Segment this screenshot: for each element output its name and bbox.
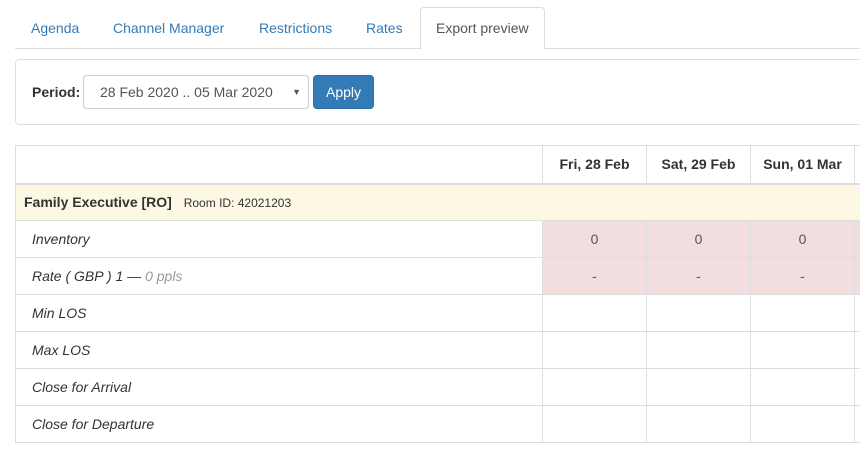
max-los-cell[interactable] bbox=[646, 331, 751, 369]
rate-cell[interactable]: - bbox=[542, 257, 647, 295]
period-select[interactable]: 28 Feb 2020 .. 05 Mar 2020 ▼ bbox=[83, 75, 309, 109]
row-label: Close for Departure bbox=[15, 405, 543, 443]
table-row-inventory: Inventory 0 0 0 bbox=[15, 220, 860, 258]
tab-agenda[interactable]: Agenda bbox=[16, 7, 94, 49]
inventory-cell[interactable]: 0 bbox=[542, 220, 647, 258]
table-header-row: Fri, 28 Feb Sat, 29 Feb Sun, 01 Mar bbox=[15, 145, 860, 185]
row-label: Inventory bbox=[15, 220, 543, 258]
min-los-cell[interactable] bbox=[854, 294, 860, 332]
max-los-cell[interactable] bbox=[750, 331, 855, 369]
close-arrival-cell[interactable] bbox=[854, 368, 860, 406]
rates-table: Fri, 28 Feb Sat, 29 Feb Sun, 01 Mar Fami… bbox=[15, 145, 860, 443]
close-arrival-cell[interactable] bbox=[750, 368, 855, 406]
apply-button[interactable]: Apply bbox=[313, 75, 374, 109]
tab-channel-manager[interactable]: Channel Manager bbox=[98, 7, 239, 49]
rate-cell[interactable]: - bbox=[646, 257, 751, 295]
tab-restrictions[interactable]: Restrictions bbox=[244, 7, 347, 49]
tab-export-preview[interactable]: Export preview bbox=[420, 7, 545, 50]
nav-tabs: Agenda Channel Manager Restrictions Rate… bbox=[15, 7, 860, 50]
close-departure-cell[interactable] bbox=[646, 405, 751, 443]
inventory-cell[interactable]: 0 bbox=[750, 220, 855, 258]
date-header bbox=[854, 145, 860, 185]
rate-cell[interactable]: - bbox=[750, 257, 855, 295]
min-los-cell[interactable] bbox=[646, 294, 751, 332]
row-label: Rate ( GBP ) 1 — 0 ppls bbox=[15, 257, 543, 295]
min-los-cell[interactable] bbox=[542, 294, 647, 332]
room-row: Family Executive [RO] Room ID: 42021203 bbox=[15, 183, 860, 221]
rate-label: Rate ( GBP ) 1 — bbox=[32, 268, 142, 284]
date-header: Fri, 28 Feb bbox=[542, 145, 647, 185]
table-row-rate: Rate ( GBP ) 1 — 0 ppls - - - bbox=[15, 257, 860, 295]
date-header: Sat, 29 Feb bbox=[646, 145, 751, 185]
caret-down-icon: ▼ bbox=[292, 87, 301, 97]
close-departure-cell[interactable] bbox=[854, 405, 860, 443]
close-arrival-cell[interactable] bbox=[646, 368, 751, 406]
room-id: Room ID: 42021203 bbox=[183, 196, 292, 211]
period-label: Period: bbox=[32, 84, 81, 100]
inventory-cell[interactable]: 0 bbox=[646, 220, 751, 258]
close-departure-cell[interactable] bbox=[542, 405, 647, 443]
table-row-close-arrival: Close for Arrival bbox=[15, 368, 860, 406]
tab-rates[interactable]: Rates bbox=[351, 7, 418, 49]
filter-panel: Period: 28 Feb 2020 .. 05 Mar 2020 ▼ App… bbox=[15, 59, 860, 125]
close-departure-cell[interactable] bbox=[750, 405, 855, 443]
row-label: Min LOS bbox=[15, 294, 543, 332]
table-row-close-departure: Close for Departure bbox=[15, 405, 860, 443]
room-cell: Family Executive [RO] Room ID: 42021203 bbox=[15, 183, 860, 221]
max-los-cell[interactable] bbox=[854, 331, 860, 369]
header-label-cell bbox=[15, 145, 543, 185]
period-select-value: 28 Feb 2020 .. 05 Mar 2020 bbox=[100, 84, 273, 100]
date-header: Sun, 01 Mar bbox=[750, 145, 855, 185]
inventory-cell[interactable] bbox=[854, 220, 860, 258]
close-arrival-cell[interactable] bbox=[542, 368, 647, 406]
row-label: Close for Arrival bbox=[15, 368, 543, 406]
room-name: Family Executive [RO] bbox=[24, 194, 172, 211]
min-los-cell[interactable] bbox=[750, 294, 855, 332]
row-label: Max LOS bbox=[15, 331, 543, 369]
max-los-cell[interactable] bbox=[542, 331, 647, 369]
rate-cell[interactable] bbox=[854, 257, 860, 295]
table-row-min-los: Min LOS bbox=[15, 294, 860, 332]
table-row-max-los: Max LOS bbox=[15, 331, 860, 369]
rate-persons: 0 ppls bbox=[145, 268, 183, 284]
